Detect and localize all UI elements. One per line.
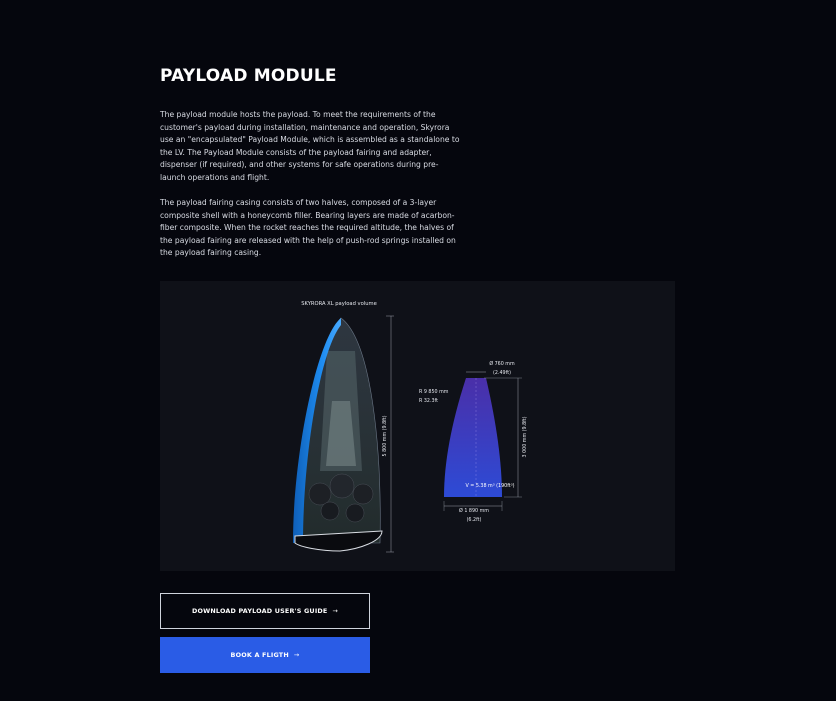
volume-height-label: 3 000 mm (9.8ft)	[522, 416, 528, 457]
volume-label: V = 5.38 m³ (190ft³)	[466, 483, 515, 489]
arrow-right-icon: →	[293, 651, 300, 659]
arrow-right-icon: →	[332, 607, 339, 615]
payload-diagram: SKYRORA XL payload volume 5 800 mm (9.8f…	[293, 301, 528, 553]
book-flight-label: BOOK A FLIGTH	[230, 651, 289, 659]
top-diameter-ft-label: (2.49ft)	[493, 370, 511, 376]
fairing-paragraph: The payload fairing casing consists of t…	[160, 198, 456, 258]
payload-diagram-panel: SKYRORA XL payload volume 5 800 mm (9.8f…	[160, 281, 675, 571]
intro-paragraph: The payload module hosts the payload. To…	[160, 110, 460, 182]
download-guide-button[interactable]: DOWNLOAD PAYLOAD USER'S GUIDE →	[160, 593, 370, 629]
radius-mm-label: R 9 850 mm	[419, 389, 449, 395]
diagram-caption: SKYRORA XL payload volume	[301, 301, 377, 307]
radius-ft-label: R 32.3ft	[419, 398, 438, 404]
bottom-diameter-label: Ø 1 890 mm	[459, 507, 489, 514]
top-diameter-label: Ø 760 mm	[489, 360, 515, 367]
book-flight-button[interactable]: BOOK A FLIGTH →	[160, 637, 370, 673]
fairing-height-label: 5 800 mm (9.8ft)	[382, 415, 388, 456]
page-title: PAYLOAD MODULE	[160, 66, 337, 86]
payload-volume-shape	[444, 378, 502, 497]
bottom-diameter-ft-label: (6.2ft)	[467, 517, 482, 523]
download-guide-label: DOWNLOAD PAYLOAD USER'S GUIDE	[191, 607, 328, 615]
